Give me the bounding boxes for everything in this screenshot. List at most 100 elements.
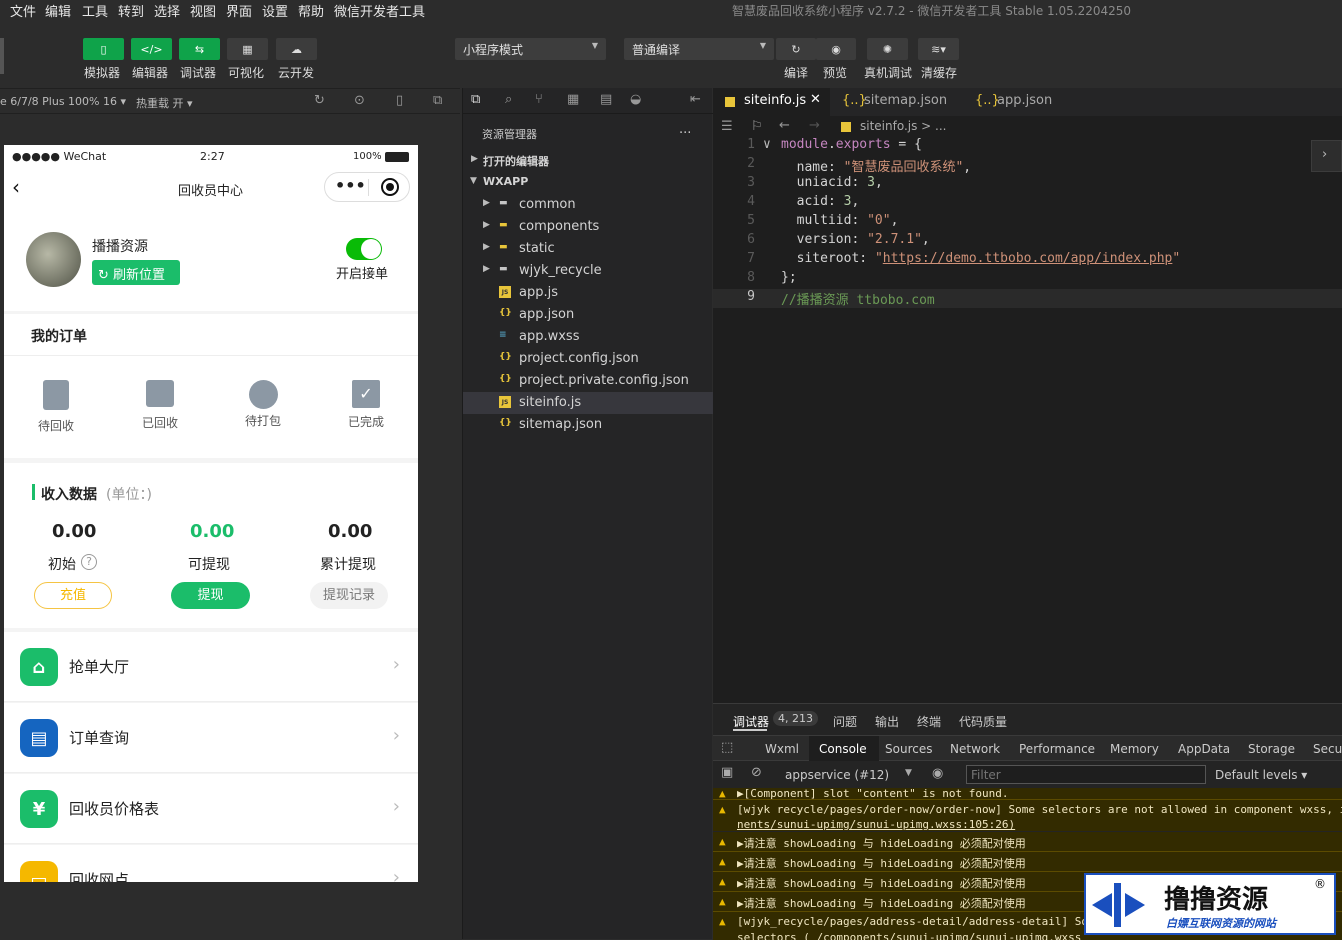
tab-debugger[interactable]: 调试器 xyxy=(733,713,769,730)
tree-item[interactable]: {} project.config.json xyxy=(463,348,713,370)
refresh-location-button[interactable]: ↻ 刷新位置 xyxy=(92,260,180,285)
reload-icon[interactable]: ↻ xyxy=(314,93,325,108)
preview-button[interactable]: ◉ xyxy=(816,38,856,60)
log-levels-select[interactable]: Default levels ▾ xyxy=(1215,768,1307,782)
menu-row-outlets[interactable]: ▭ 回收网点 › xyxy=(4,845,418,882)
close-icon[interactable]: ✕ xyxy=(810,92,821,107)
console-warning[interactable]: ▲ ▶请注意 showLoading 与 hideLoading 必须配对使用 xyxy=(713,832,1342,852)
clear-console-icon[interactable]: ⊘ xyxy=(751,765,762,780)
menu-select[interactable]: 选择 xyxy=(154,1,180,20)
menu-edit[interactable]: 编辑 xyxy=(45,1,71,20)
accept-orders-toggle[interactable] xyxy=(346,238,382,260)
collapse-panel-icon[interactable]: ⇤ xyxy=(690,92,701,107)
menu-tools[interactable]: 工具 xyxy=(82,1,108,20)
tab-wxml[interactable]: Wxml xyxy=(765,742,799,756)
more-icon[interactable]: ••• xyxy=(335,176,366,195)
device-icon[interactable]: ▯ xyxy=(396,93,403,108)
context-select[interactable]: appservice (#12) xyxy=(785,768,889,782)
tree-item[interactable]: JS app.js xyxy=(463,282,713,304)
tab-storage[interactable]: Storage xyxy=(1248,742,1295,756)
tree-item[interactable]: ▶ ▬ common xyxy=(463,194,713,216)
docker-icon[interactable]: ◒ xyxy=(630,92,641,107)
tree-item[interactable]: ▶ ▬ static xyxy=(463,238,713,260)
stop-icon[interactable]: ⊙ xyxy=(354,93,365,108)
eye-icon[interactable]: ◉ xyxy=(932,766,943,781)
open-editors-section[interactable]: ▶ 打开的编辑器 xyxy=(463,150,713,172)
console-warning[interactable]: ▲ ▶[Component] slot "content" is not foun… xyxy=(713,788,1342,800)
menu-wechat-devtools[interactable]: 微信开发者工具 xyxy=(334,1,425,20)
back-arrow-icon[interactable]: ← xyxy=(779,118,790,133)
menu-row-price-table[interactable]: ¥ 回收员价格表 › xyxy=(4,774,418,844)
menu-row-order-query[interactable]: ▤ 订单查询 › xyxy=(4,703,418,773)
tab-output[interactable]: 输出 xyxy=(875,713,899,730)
recharge-button[interactable]: 充值 xyxy=(34,582,112,609)
tree-item[interactable]: ≡ app.wxss xyxy=(463,326,713,348)
visual-button[interactable]: ▦ xyxy=(227,38,268,60)
fold-icon[interactable]: ∨ xyxy=(763,137,771,152)
clear-cache-button[interactable]: ≋▾ xyxy=(918,38,959,60)
tab-appdata[interactable]: AppData xyxy=(1178,742,1230,756)
list-icon[interactable]: ☰ xyxy=(721,119,733,134)
git-icon[interactable]: ⑂ xyxy=(535,92,543,107)
close-miniprogram-icon[interactable] xyxy=(381,178,399,196)
more-actions-icon[interactable]: ... xyxy=(679,122,691,137)
tab-app-json[interactable]: {..} app.json xyxy=(966,88,1082,116)
mode-select[interactable]: 小程序模式 ▼ xyxy=(455,38,606,60)
menu-settings[interactable]: 设置 xyxy=(262,1,288,20)
menu-interface[interactable]: 界面 xyxy=(226,1,252,20)
tree-item[interactable]: JS siteinfo.js xyxy=(463,392,713,414)
order-pending-pack[interactable]: 待打包 xyxy=(241,380,285,429)
project-section[interactable]: ▼ WXAPP xyxy=(463,172,713,194)
tree-item[interactable]: {} app.json xyxy=(463,304,713,326)
search-icon[interactable]: ⌕ xyxy=(505,92,512,107)
menu-view[interactable]: 视图 xyxy=(190,1,216,20)
device-select[interactable]: e 6/7/8 Plus 100% 16 ▾ xyxy=(0,95,126,108)
order-recycled[interactable]: 已回收 xyxy=(138,380,182,431)
back-icon[interactable]: ‹ xyxy=(12,175,20,199)
extensions-icon[interactable]: ▦ xyxy=(567,92,579,107)
window-icon[interactable]: ⧉ xyxy=(433,93,442,108)
tree-item[interactable]: ▶ ▬ components xyxy=(463,216,713,238)
tab-problems[interactable]: 问题 xyxy=(833,713,857,730)
tab-code-quality[interactable]: 代码质量 xyxy=(959,713,1007,730)
cloud-button[interactable]: ☁ xyxy=(276,38,317,60)
remote-debug-button[interactable]: ✺ xyxy=(867,38,908,60)
forward-arrow-icon[interactable]: → xyxy=(809,118,820,133)
menu-file[interactable]: 文件 xyxy=(10,1,36,20)
tree-item[interactable]: {} sitemap.json xyxy=(463,414,713,436)
tree-item[interactable]: ▶ ▬ wjyk_recycle xyxy=(463,260,713,282)
menu-help[interactable]: 帮助 xyxy=(298,1,324,20)
files-icon[interactable]: ⧉ xyxy=(471,92,480,107)
tab-console[interactable]: Console xyxy=(819,742,867,756)
breadcrumb[interactable]: siteinfo.js > ... xyxy=(860,119,947,133)
debugger-button[interactable]: ⇆ xyxy=(179,38,220,60)
help-icon[interactable]: ? xyxy=(81,554,97,570)
order-completed[interactable]: ✓ 已完成 xyxy=(344,380,388,430)
console-warning[interactable]: ▲ ▶请注意 showLoading 与 hideLoading 必须配对使用 xyxy=(713,852,1342,872)
console-warning[interactable]: nents/sunui-upimg/sunui-upimg.wxss:105:2… xyxy=(713,815,1342,831)
tab-performance[interactable]: Performance xyxy=(1019,742,1095,756)
tab-network[interactable]: Network xyxy=(950,742,1000,756)
withdraw-history-button[interactable]: 提现记录 xyxy=(310,582,388,609)
filter-input[interactable] xyxy=(966,765,1206,784)
bookmark-icon[interactable]: ⚐ xyxy=(751,119,763,134)
order-pending-recycle[interactable]: 待回收 xyxy=(34,380,78,434)
tab-siteinfo[interactable]: siteinfo.js ✕ xyxy=(713,88,830,116)
tab-terminal[interactable]: 终端 xyxy=(917,713,941,730)
compile-button[interactable]: ↻ xyxy=(776,38,816,60)
sidebar-toggle-icon[interactable]: ▣ xyxy=(721,765,733,780)
inspect-icon[interactable]: ⬚ xyxy=(721,740,733,755)
tab-memory[interactable]: Memory xyxy=(1110,742,1159,756)
tree-item[interactable]: {} project.private.config.json xyxy=(463,370,713,392)
menu-goto[interactable]: 转到 xyxy=(118,1,144,20)
editor-button[interactable]: </> xyxy=(131,38,172,60)
tab-security[interactable]: Secur xyxy=(1313,742,1342,756)
console-warning[interactable]: ▲ [wjyk_recycle/pages/order-now/order-now… xyxy=(713,800,1342,816)
simulator-button[interactable]: ▯ xyxy=(83,38,124,60)
avatar[interactable] xyxy=(26,232,81,287)
menu-row-grab-orders[interactable]: ⌂ 抢单大厅 › xyxy=(4,632,418,702)
tab-sitemap[interactable]: {..} sitemap.json xyxy=(831,88,965,116)
compile-select[interactable]: 普通编译 ▼ xyxy=(624,38,774,60)
withdraw-button[interactable]: 提现 xyxy=(171,582,250,609)
storage-icon[interactable]: ▤ xyxy=(600,92,612,107)
